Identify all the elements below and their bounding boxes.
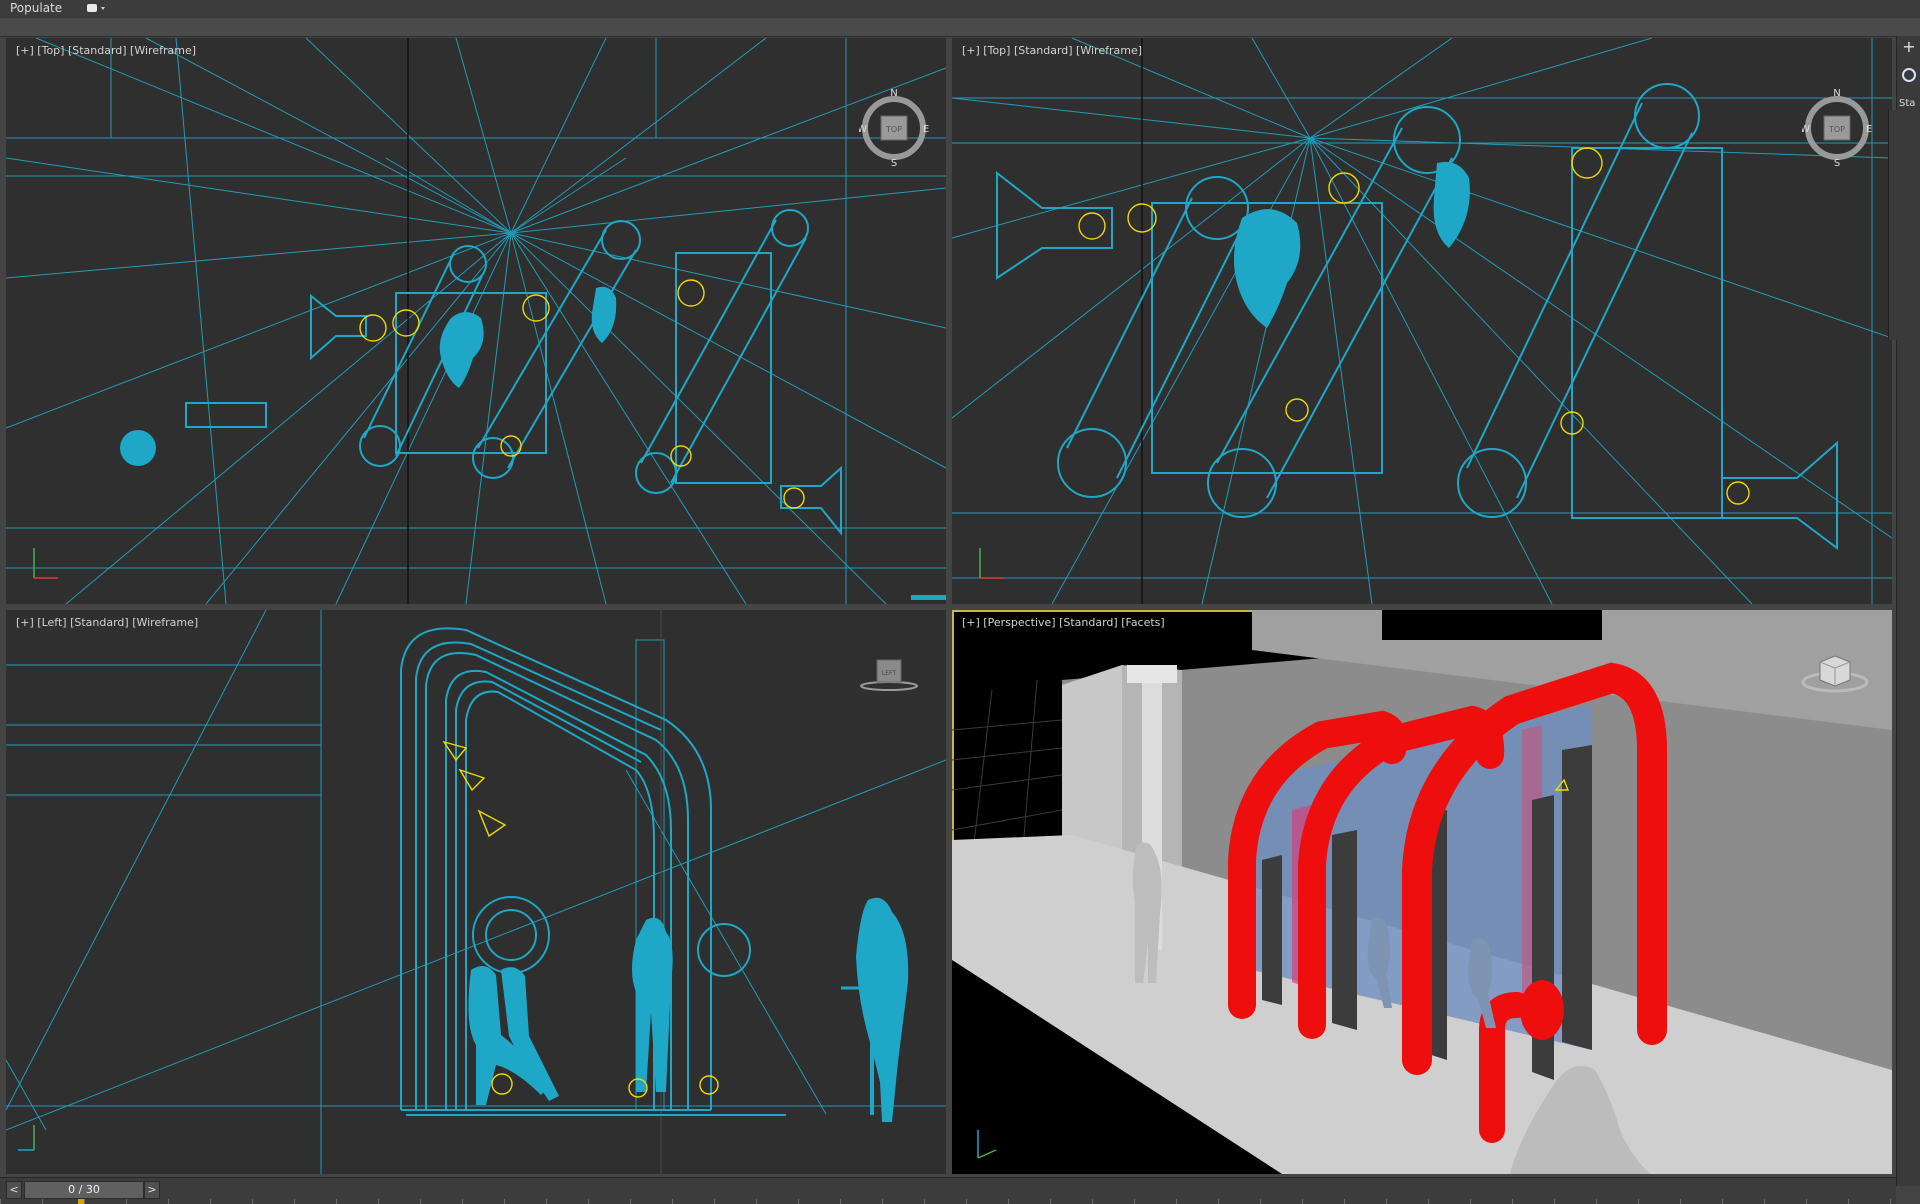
svg-text:W: W bbox=[859, 124, 867, 135]
command-panel: + Sta bbox=[1896, 36, 1920, 1186]
viewport-label[interactable]: [+] [Perspective] [Standard] [Facets] bbox=[962, 616, 1165, 629]
timeline-ticks bbox=[0, 1199, 1896, 1204]
populate-menu[interactable]: Populate bbox=[10, 0, 62, 17]
next-frame-button[interactable]: > bbox=[144, 1181, 160, 1199]
ribbon-strip bbox=[0, 18, 1920, 37]
perspective-shaded-scene bbox=[952, 610, 1892, 1174]
viewport-left[interactable]: [+] [Left] [Standard] [Wireframe] LEFT bbox=[6, 610, 946, 1174]
time-slider[interactable]: 0 / 30 bbox=[24, 1181, 144, 1199]
svg-text:N: N bbox=[1833, 88, 1840, 99]
viewcube-compass-icon[interactable]: TOP N S E W bbox=[1802, 88, 1872, 168]
create-plus-icon[interactable]: + bbox=[1900, 38, 1918, 56]
svg-text:LEFT: LEFT bbox=[882, 670, 896, 677]
viewport-perspective[interactable]: [+] [Perspective] [Standard] [Facets] bbox=[952, 610, 1892, 1174]
viewcube-perspective-icon[interactable] bbox=[1800, 644, 1870, 700]
svg-text:S: S bbox=[1834, 158, 1840, 168]
svg-text:TOP: TOP bbox=[1828, 125, 1845, 134]
timeline-current-marker bbox=[78, 1199, 84, 1204]
prev-frame-button[interactable]: < bbox=[6, 1181, 22, 1199]
left-wireframe-scene bbox=[6, 610, 946, 1174]
top-menubar: Populate bbox=[0, 0, 1920, 19]
viewport-top-right[interactable]: [+] [Top] [Standard] [Wireframe] TOP N S… bbox=[952, 38, 1892, 604]
svg-text:E: E bbox=[923, 124, 929, 135]
time-slider-bar: < 0 / 30 > bbox=[0, 1177, 1896, 1204]
svg-text:S: S bbox=[891, 158, 897, 168]
top-wireframe-scene-zoomed bbox=[952, 38, 1892, 604]
viewport-label[interactable]: [+] [Top] [Standard] [Wireframe] bbox=[962, 44, 1142, 57]
viewport-label[interactable]: [+] [Left] [Standard] [Wireframe] bbox=[16, 616, 198, 629]
panel-scrollbar[interactable] bbox=[1888, 110, 1897, 340]
viewport-label[interactable]: [+] [Top] [Standard] [Wireframe] bbox=[16, 44, 196, 57]
viewcube-compass-icon[interactable]: TOP N S E W bbox=[859, 88, 929, 168]
svg-text:E: E bbox=[1866, 124, 1872, 135]
top-wireframe-scene bbox=[6, 38, 946, 604]
standard-tab[interactable]: Sta bbox=[1899, 98, 1915, 109]
svg-text:TOP: TOP bbox=[885, 125, 902, 134]
viewport-top-left[interactable]: [+] [Top] [Standard] [Wireframe] TOP N S… bbox=[6, 38, 946, 604]
camera-dropdown-icon[interactable] bbox=[86, 2, 108, 15]
sphere-icon[interactable] bbox=[1900, 66, 1918, 84]
svg-text:W: W bbox=[1802, 124, 1810, 135]
svg-text:N: N bbox=[890, 88, 897, 99]
viewcube-left-icon[interactable]: LEFT bbox=[859, 648, 919, 698]
